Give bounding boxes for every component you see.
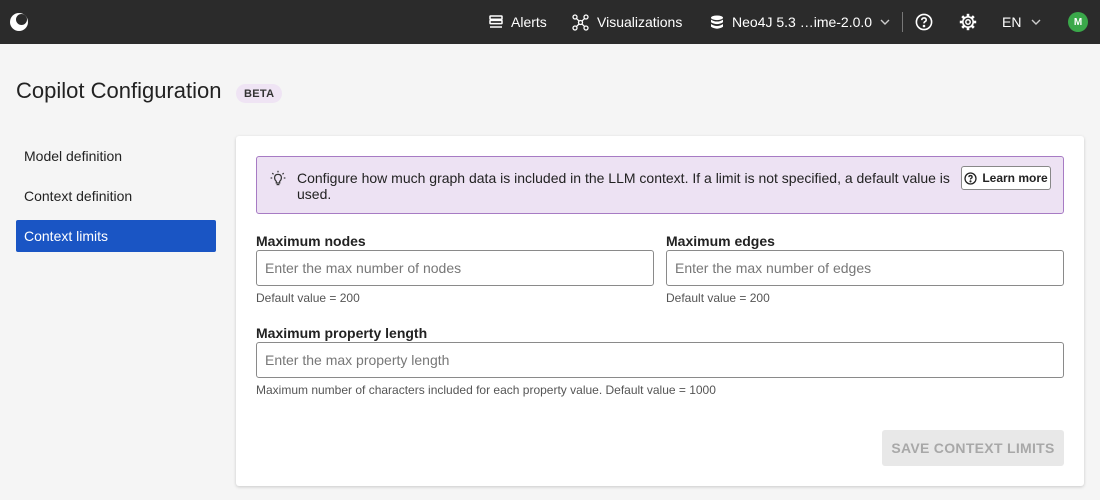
settings-button[interactable] — [959, 0, 977, 44]
language-label: EN — [1002, 14, 1022, 30]
max-edges-label: Maximum edges — [666, 233, 775, 249]
page-title: Copilot Configuration — [16, 78, 222, 103]
max-nodes-label: Maximum nodes — [256, 233, 366, 249]
max-property-length-input[interactable] — [256, 342, 1064, 378]
alerts-icon — [489, 15, 503, 29]
language-selector[interactable]: EN — [1002, 0, 1041, 44]
beta-badge-label: BETA — [244, 87, 275, 100]
lightbulb-icon — [270, 170, 288, 193]
save-context-limits-button[interactable]: SAVE CONTEXT LIMITS — [882, 430, 1064, 466]
nav-visualizations-label: Visualizations — [597, 14, 683, 30]
chevron-down-icon — [1031, 19, 1041, 25]
topbar-divider — [902, 12, 903, 32]
context-limits-card: Configure how much graph data is include… — [236, 136, 1084, 486]
learn-more-label: Learn more — [982, 171, 1048, 185]
avatar-initial: M — [1073, 16, 1083, 28]
beta-badge: BETA — [236, 84, 283, 103]
app-logo-icon[interactable] — [8, 11, 30, 33]
nav-alerts-label: Alerts — [511, 14, 547, 30]
max-edges-helper: Default value = 200 — [666, 291, 770, 305]
help-icon — [964, 171, 977, 185]
sidebar-item-context-definition[interactable]: Context definition — [16, 180, 216, 212]
top-bar: Alerts Visualizations Neo4J 5.3 …ime-2.0… — [0, 0, 1100, 44]
sidebar-item-label: Context definition — [24, 188, 133, 204]
max-nodes-input[interactable] — [256, 250, 654, 286]
info-banner: Configure how much graph data is include… — [256, 156, 1064, 214]
sidebar-item-context-limits[interactable]: Context limits — [16, 220, 216, 252]
learn-more-button[interactable]: Learn more — [961, 166, 1051, 190]
sidebar-item-label: Context limits — [24, 228, 109, 244]
chevron-down-icon — [880, 19, 890, 25]
max-nodes-helper: Default value = 200 — [256, 291, 360, 305]
database-icon — [710, 15, 724, 30]
nav-visualizations[interactable]: Visualizations — [572, 0, 682, 44]
help-button[interactable] — [915, 0, 933, 44]
user-avatar[interactable]: M — [1068, 12, 1088, 32]
datasource-label: Neo4J 5.3 …ime-2.0.0 — [732, 14, 873, 30]
nav-alerts[interactable]: Alerts — [489, 0, 547, 44]
datasource-selector[interactable]: Neo4J 5.3 …ime-2.0.0 — [710, 0, 890, 44]
graph-network-icon — [572, 13, 589, 31]
max-property-length-label: Maximum property length — [256, 325, 428, 341]
info-banner-text: Configure how much graph data is include… — [297, 170, 950, 202]
sidebar-item-label: Model definition — [24, 148, 123, 164]
save-button-label: SAVE CONTEXT LIMITS — [891, 440, 1055, 456]
gear-icon — [959, 13, 977, 31]
sidebar-item-model-definition[interactable]: Model definition — [16, 140, 216, 172]
max-edges-input[interactable] — [666, 250, 1064, 286]
max-property-length-helper: Maximum number of characters included fo… — [256, 383, 716, 397]
help-icon — [915, 13, 933, 31]
